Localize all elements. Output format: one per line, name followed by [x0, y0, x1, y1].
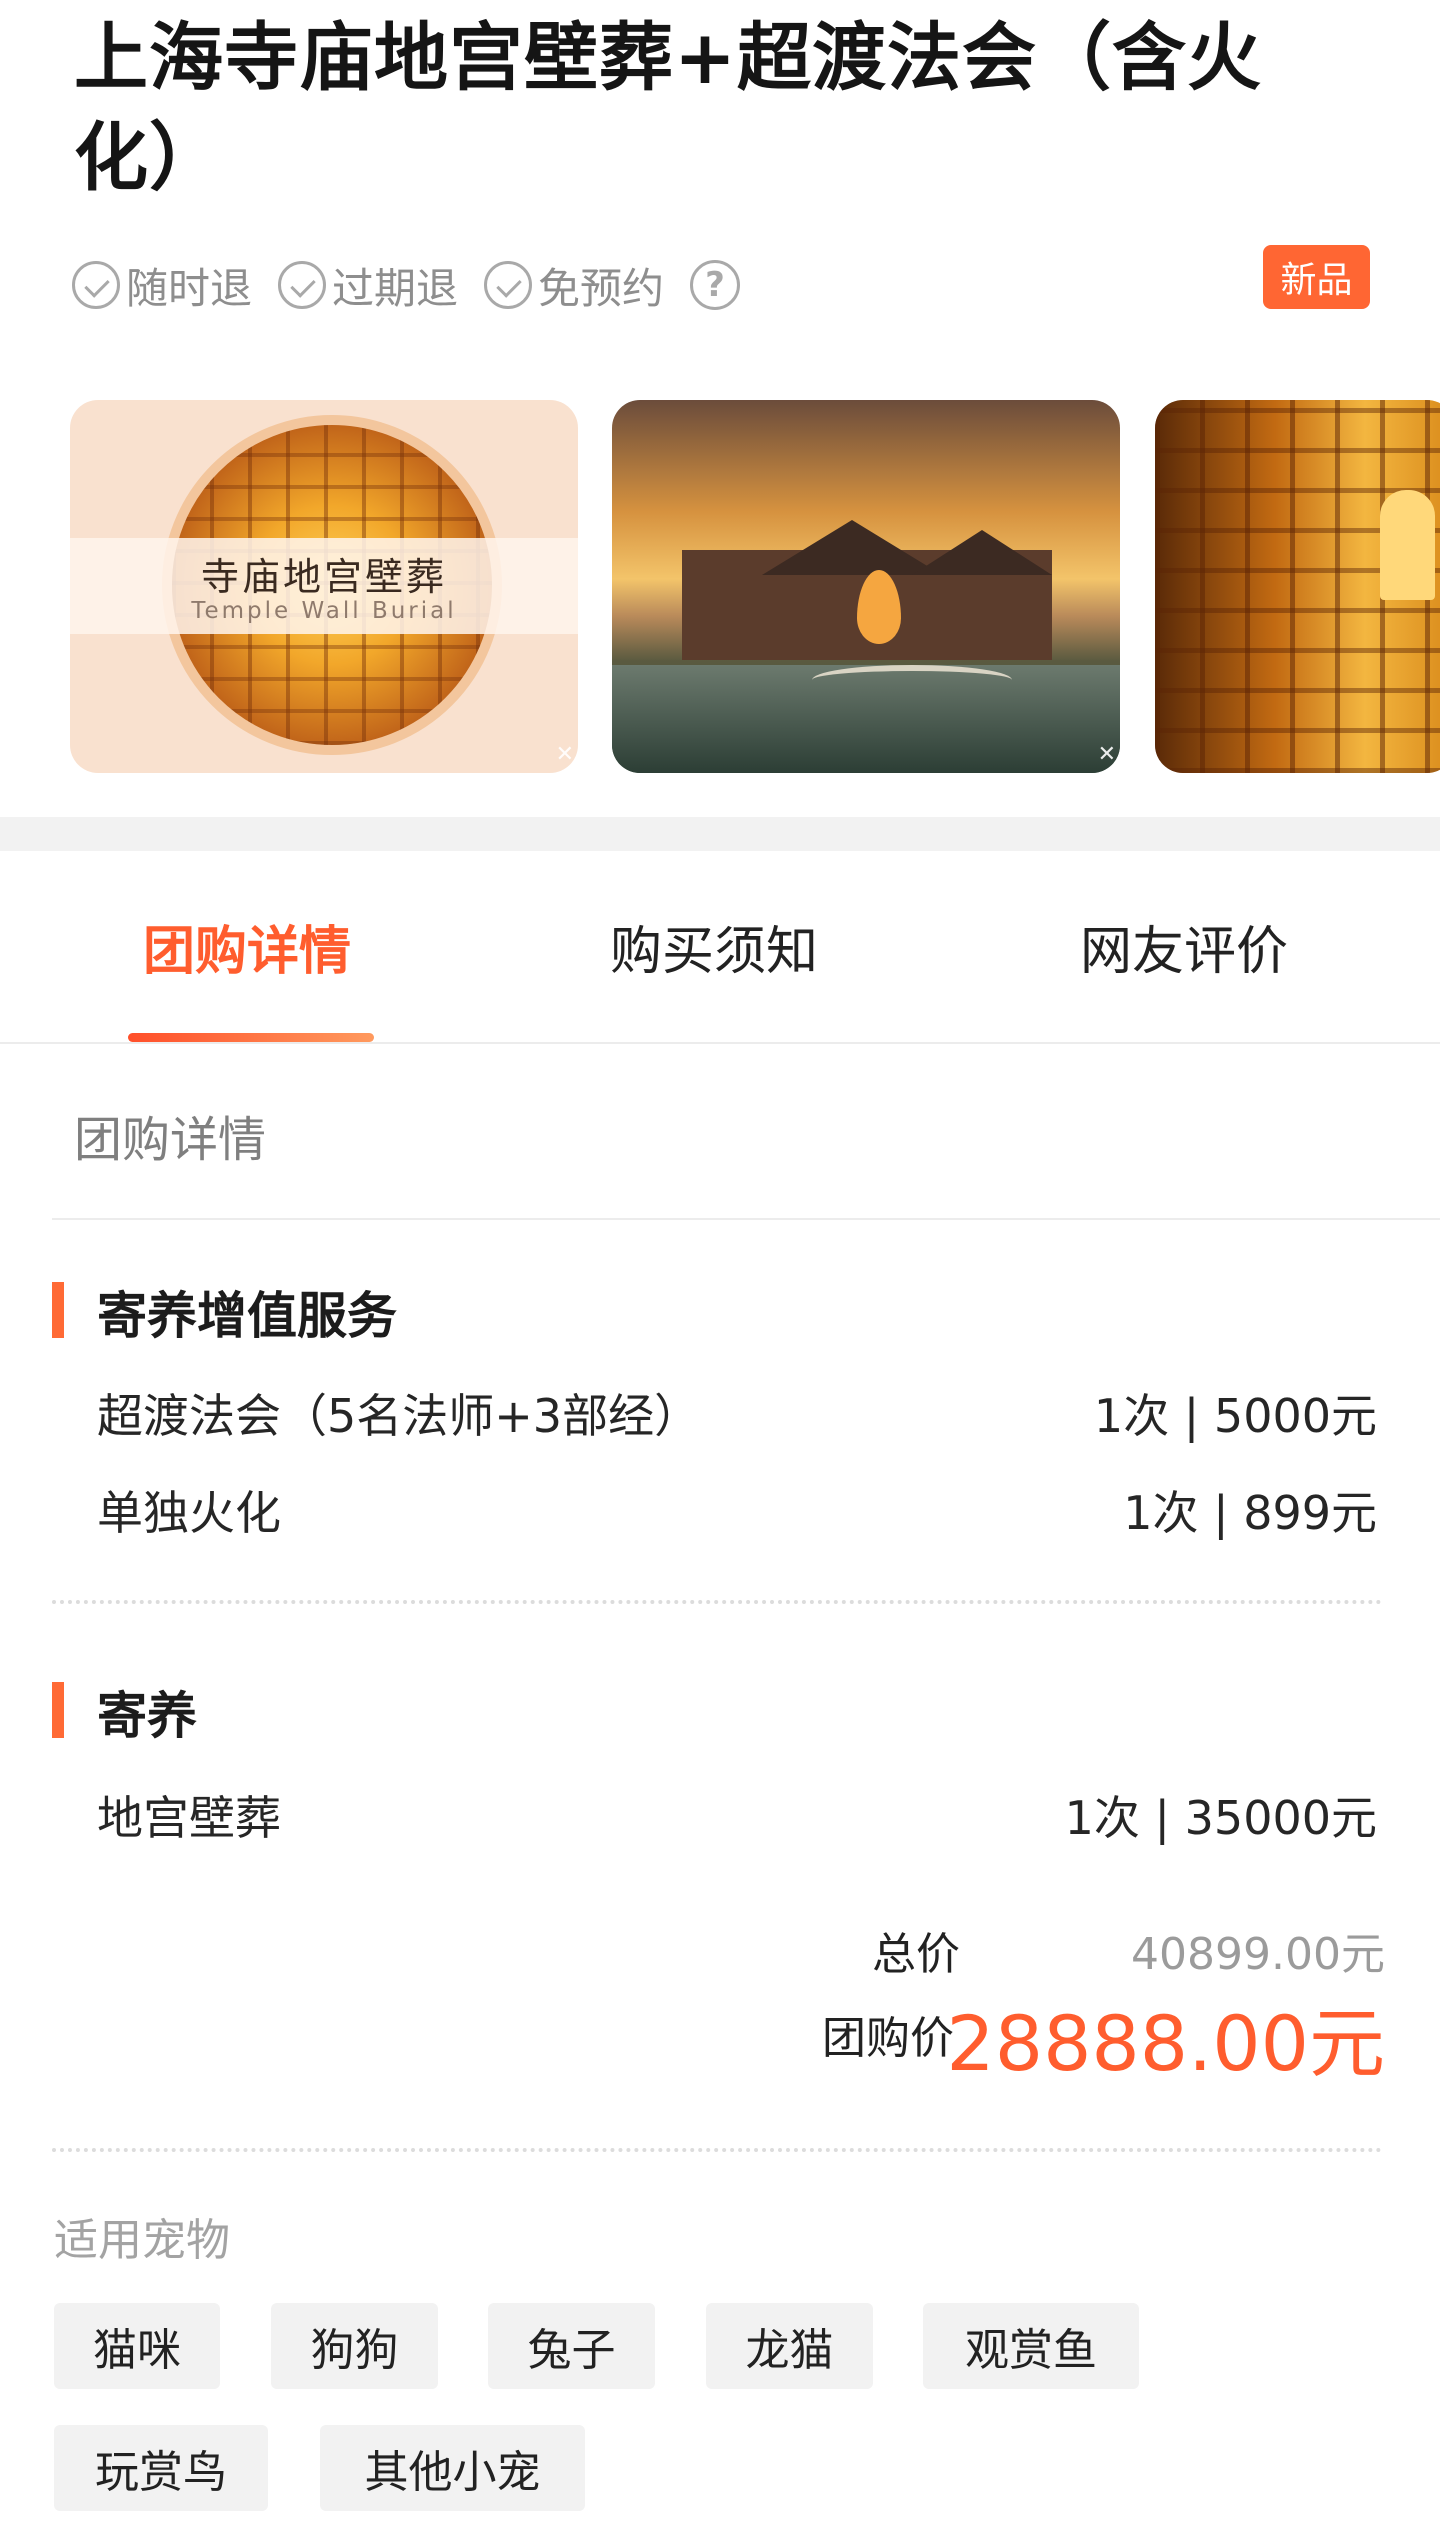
check-circle-icon — [278, 261, 327, 309]
watermark-icon: ✕ — [555, 742, 574, 767]
watermark-icon: ✕ — [1097, 742, 1116, 767]
bridge-image — [812, 665, 1012, 695]
total-price-value: 40899.00元 — [1131, 1929, 1385, 1980]
tab-reviews[interactable]: 网友评价 — [1080, 909, 1288, 984]
pet-chip[interactable]: 兔子 — [488, 2303, 655, 2389]
item-name: 地宫壁葬 — [97, 1791, 281, 1845]
tag-label: 随时退 — [126, 263, 253, 313]
dotted-divider — [52, 1600, 1382, 1604]
gallery-photo-temple-exterior[interactable]: ✕ — [612, 400, 1120, 773]
item-name: 单独火化 — [97, 1486, 281, 1540]
active-tab-indicator — [128, 1033, 374, 1042]
check-circle-icon — [72, 261, 120, 309]
item-qty-price: 1次 | 5000元 — [1093, 1389, 1377, 1443]
group-price-label: 团购价 — [822, 2013, 954, 2064]
tag-refund-anytime: 随时退 — [72, 255, 252, 316]
pet-chip[interactable]: 其他小宠 — [320, 2425, 585, 2511]
tab-purchase-notes[interactable]: 购买须知 — [610, 909, 818, 984]
divider — [52, 1218, 1440, 1220]
item-qty-price: 1次 | 899元 — [1123, 1486, 1377, 1540]
caption-title-cn: 寺庙地宫壁葬 — [200, 555, 447, 599]
item-name: 超渡法会（5名法师+3部经） — [97, 1389, 701, 1443]
tag-label: 过期退 — [332, 263, 459, 313]
pet-chip[interactable]: 玩赏鸟 — [54, 2425, 268, 2511]
tag-no-reservation: 免预约 — [484, 255, 664, 316]
gallery-photo-niche-wall[interactable] — [1155, 400, 1440, 773]
caption-title-en: Temple Wall Burial — [191, 598, 457, 624]
service-tags: 随时退 过期退 免预约 ? — [72, 255, 741, 316]
group-price-value: 28888.00元 — [946, 1999, 1385, 2088]
group-title: 寄养增值服务 — [97, 1287, 397, 1345]
question-mark-icon[interactable]: ? — [690, 260, 741, 310]
applicable-pets-title: 适用宠物 — [54, 2215, 230, 2266]
dotted-divider — [52, 2148, 1382, 2152]
details-section-title: 团购详情 — [74, 1112, 267, 1168]
tag-label: 免预约 — [538, 263, 665, 313]
group-accent-bar — [52, 1282, 64, 1338]
detail-tabs: 团购详情 购买须知 网友评价 — [0, 851, 1440, 1044]
pet-chip[interactable]: 观赏鱼 — [923, 2303, 1139, 2389]
total-price-label: 总价 — [872, 1929, 960, 1980]
pet-chip[interactable]: 狗狗 — [271, 2303, 438, 2389]
gallery-photo-burial-hall[interactable]: 寺庙地宫壁葬 Temple Wall Burial ✕ — [70, 400, 578, 773]
pet-chip[interactable]: 猫咪 — [54, 2303, 220, 2389]
new-product-badge: 新品 — [1263, 245, 1370, 309]
section-separator — [0, 817, 1440, 851]
group-accent-bar — [52, 1682, 64, 1738]
tag-refund-expired: 过期退 — [278, 255, 458, 316]
group-title: 寄养 — [97, 1687, 197, 1745]
tab-group-details[interactable]: 团购详情 — [143, 909, 351, 984]
item-qty-price: 1次 | 35000元 — [1064, 1791, 1377, 1845]
check-circle-icon — [484, 261, 533, 309]
product-title: 上海寺庙地宫壁葬+超渡法会（含火化） — [74, 15, 1263, 201]
photo-gallery[interactable]: 寺庙地宫壁葬 Temple Wall Burial ✕ ✕ — [0, 400, 1440, 775]
pet-chip[interactable]: 龙猫 — [706, 2303, 873, 2389]
buddha-niche-image — [1380, 490, 1435, 600]
